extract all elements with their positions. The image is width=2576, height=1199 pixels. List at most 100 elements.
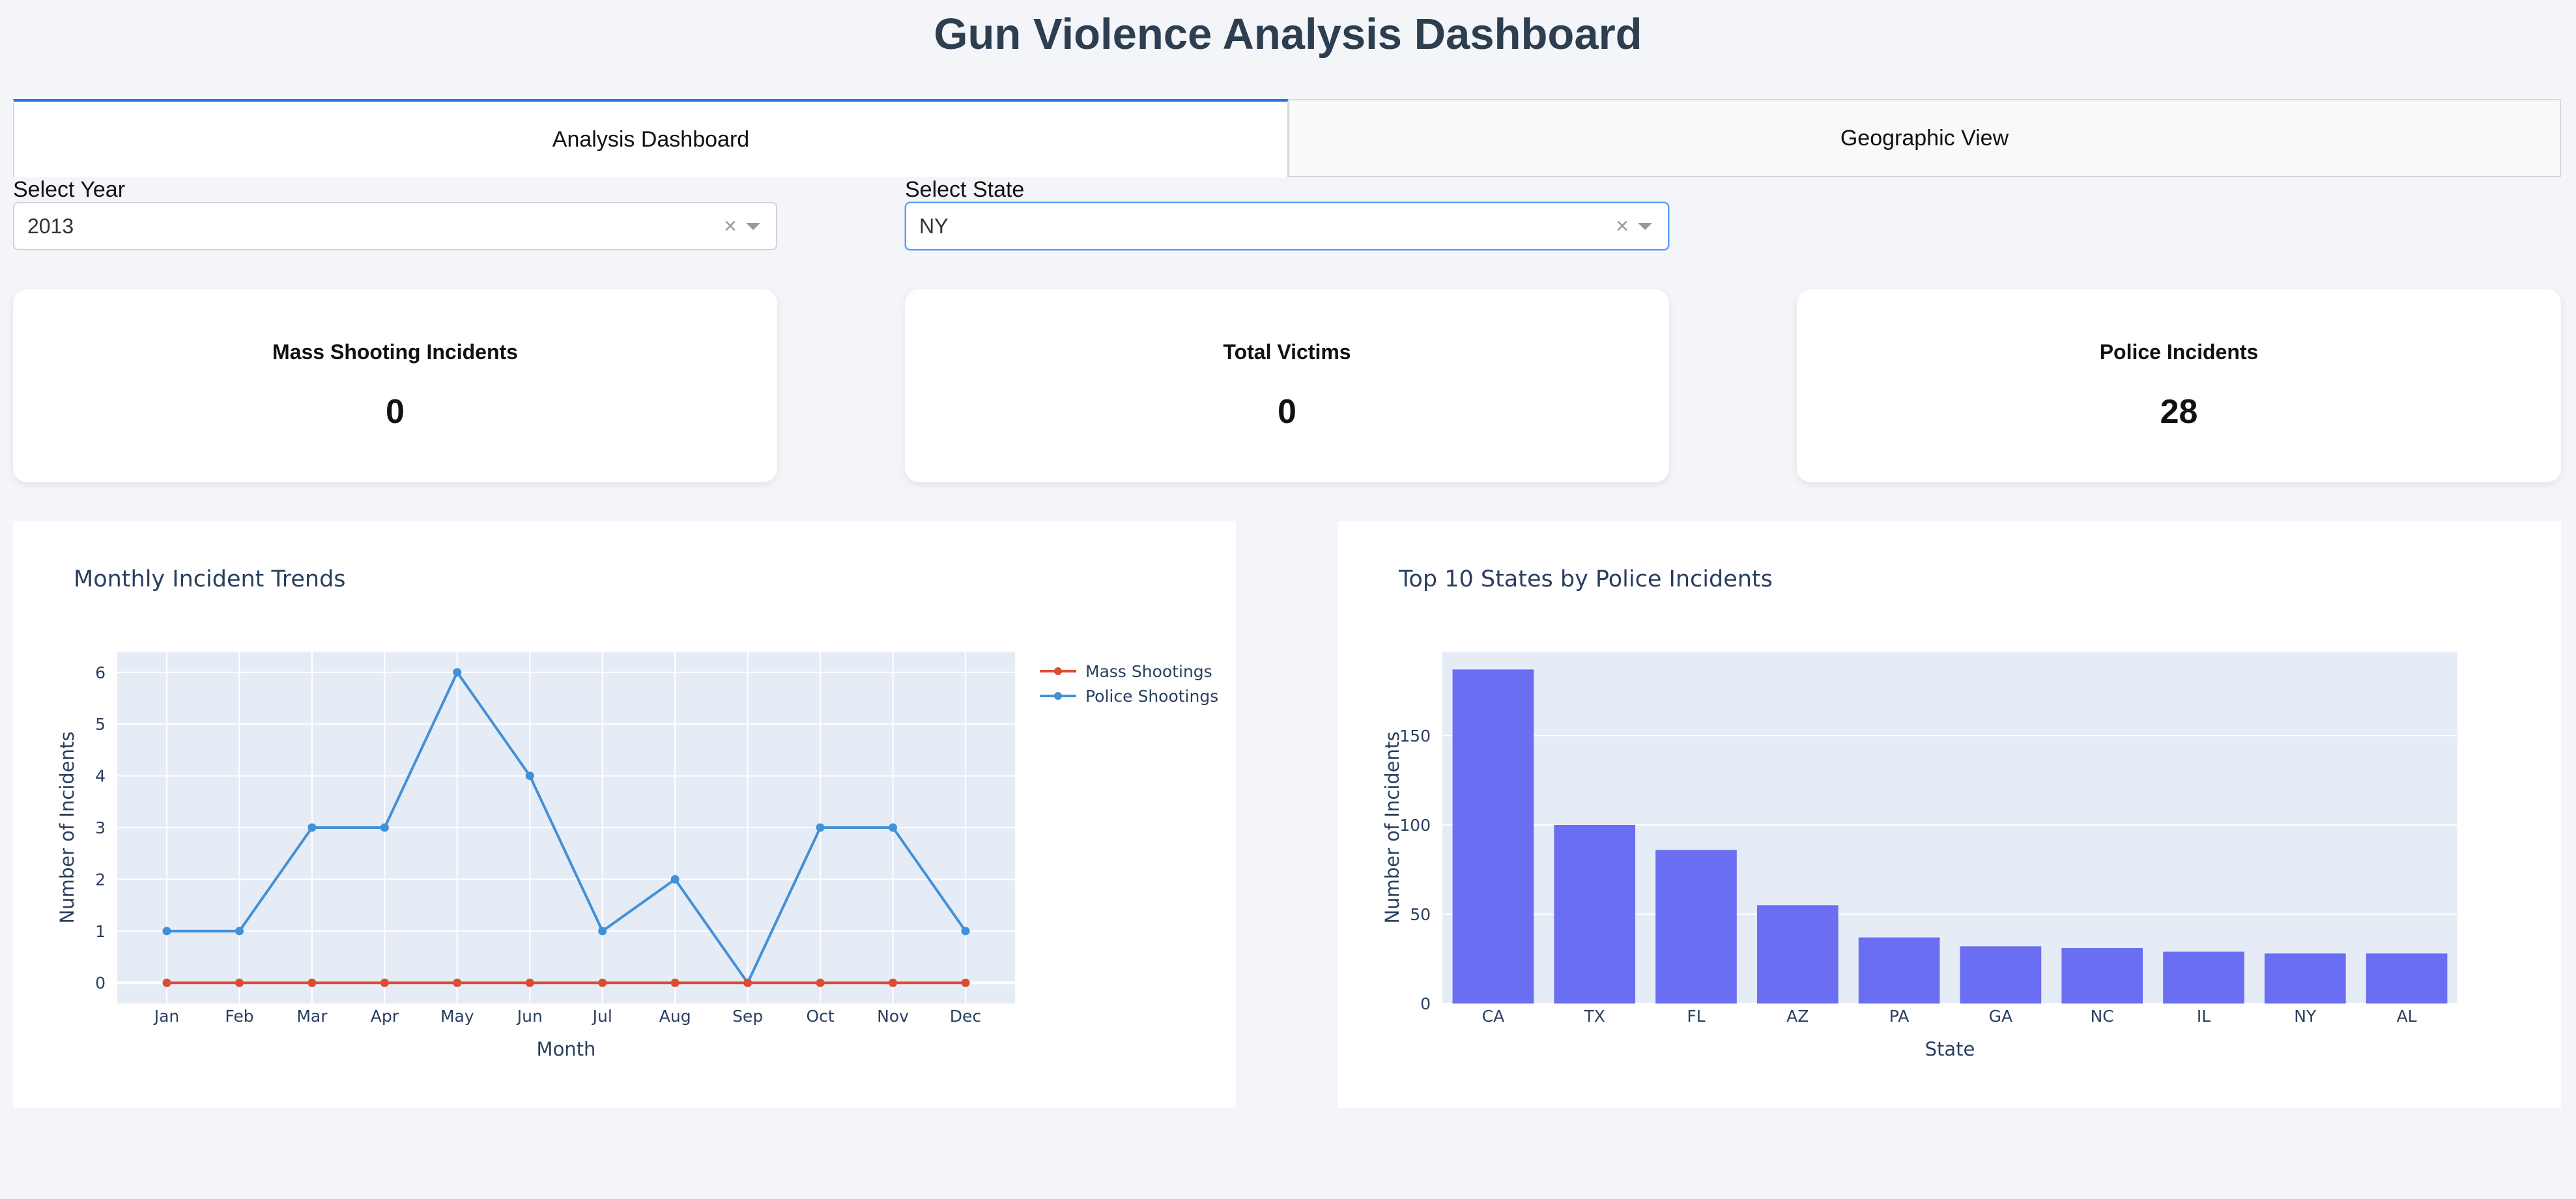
- chart-title: Monthly Incident Trends: [74, 566, 346, 592]
- card-value: 28: [2160, 393, 2198, 431]
- data-point: [235, 978, 244, 987]
- data-point: [453, 668, 462, 677]
- y-tick-label: 4: [95, 767, 106, 786]
- x-tick-label: Feb: [225, 1007, 253, 1026]
- chevron-down-icon[interactable]: [1638, 222, 1652, 230]
- data-point: [525, 772, 534, 781]
- y-tick-label: 50: [1410, 905, 1431, 924]
- x-tick-label: PA: [1889, 1007, 1910, 1026]
- card-title: Total Victims: [1223, 340, 1351, 364]
- year-select-label: Select Year: [13, 177, 126, 202]
- legend-marker: [1054, 667, 1062, 675]
- data-point: [380, 823, 389, 832]
- card-title: Mass Shooting Incidents: [272, 340, 518, 364]
- data-point: [598, 927, 607, 936]
- data-point: [308, 978, 317, 987]
- bar: [1960, 946, 2042, 1004]
- state-select[interactable]: NY ×: [905, 202, 1669, 250]
- x-tick-label: AZ: [1786, 1007, 1809, 1026]
- year-select[interactable]: 2013 ×: [13, 202, 777, 250]
- data-point: [598, 978, 607, 987]
- x-tick-label: Aug: [659, 1007, 691, 1026]
- bar: [1858, 937, 1940, 1004]
- clear-icon[interactable]: ×: [1616, 214, 1629, 239]
- legend-label: Mass Shootings: [1085, 662, 1212, 681]
- state-select-value: NY: [919, 214, 949, 238]
- y-tick-label: 2: [95, 870, 106, 889]
- x-tick-label: Dec: [950, 1007, 981, 1026]
- x-tick-label: Nov: [877, 1007, 909, 1026]
- y-tick-label: 100: [1399, 816, 1431, 835]
- bar: [1452, 669, 1534, 1004]
- bar: [1554, 824, 1636, 1004]
- bar: [1756, 905, 1839, 1004]
- data-point: [162, 927, 171, 936]
- chevron-down-icon[interactable]: [746, 222, 760, 230]
- data-point: [162, 978, 171, 987]
- x-tick-label: Jun: [516, 1007, 543, 1026]
- x-tick-label: Apr: [371, 1007, 399, 1026]
- x-axis-label: State: [1925, 1038, 1975, 1060]
- x-tick-label: NY: [2294, 1007, 2317, 1026]
- bar: [2366, 953, 2448, 1004]
- legend-marker: [1054, 692, 1062, 700]
- chart-title: Top 10 States by Police Incidents: [1398, 566, 1773, 592]
- x-tick-label: TX: [1583, 1007, 1605, 1026]
- x-axis-label: Month: [537, 1038, 596, 1060]
- bar: [2163, 951, 2244, 1004]
- x-tick-label: FL: [1687, 1007, 1705, 1026]
- year-select-value: 2013: [27, 214, 74, 238]
- y-axis-label: Number of Incidents: [1381, 732, 1403, 924]
- x-tick-label: GA: [1989, 1007, 2012, 1026]
- y-tick-label: 150: [1399, 727, 1431, 745]
- x-tick-label: NC: [2091, 1007, 2114, 1026]
- data-point: [816, 823, 825, 832]
- data-point: [308, 823, 317, 832]
- page-title: Gun Violence Analysis Dashboard: [934, 10, 1642, 59]
- clear-icon[interactable]: ×: [724, 214, 737, 239]
- data-point: [670, 978, 680, 987]
- mass-shooting-card: Mass Shooting Incidents 0: [13, 289, 777, 482]
- y-tick-label: 0: [1420, 994, 1431, 1013]
- tab-analysis-dashboard[interactable]: Analysis Dashboard: [13, 99, 1289, 177]
- y-tick-label: 3: [95, 818, 106, 837]
- x-tick-label: Jan: [153, 1007, 180, 1026]
- data-point: [961, 927, 970, 936]
- card-value: 0: [1278, 393, 1296, 431]
- data-point: [743, 978, 752, 987]
- data-point: [235, 927, 244, 936]
- y-tick-label: 5: [95, 715, 106, 734]
- data-point: [670, 874, 680, 884]
- x-tick-label: Jul: [592, 1007, 612, 1026]
- y-axis-label: Number of Incidents: [56, 732, 78, 924]
- data-point: [453, 978, 462, 987]
- data-point: [889, 823, 898, 832]
- bar: [2061, 948, 2143, 1004]
- x-tick-label: AL: [2397, 1007, 2417, 1026]
- x-tick-label: IL: [2197, 1007, 2211, 1026]
- data-point: [525, 978, 534, 987]
- top-states-chart: Top 10 States by Police Incidents 0 50 100 1…: [1381, 566, 2457, 1060]
- state-select-label: Select State: [905, 177, 1025, 202]
- legend-label: Police Shootings: [1085, 687, 1218, 706]
- monthly-trends-panel: Monthly Incident Trends Jan Feb Mar Apr May Ju…: [13, 521, 1236, 1108]
- bar: [2264, 953, 2346, 1004]
- y-tick-label: 1: [95, 922, 106, 941]
- data-point: [380, 978, 389, 987]
- bar: [1655, 850, 1737, 1004]
- card-title: Police Incidents: [2099, 340, 2259, 364]
- x-tick-label: CA: [1482, 1007, 1505, 1026]
- total-victims-card: Total Victims 0: [905, 289, 1669, 482]
- data-point: [961, 978, 970, 987]
- y-tick-label: 6: [95, 663, 106, 682]
- data-point: [816, 978, 825, 987]
- police-incidents-card: Police Incidents 28: [1797, 289, 2561, 482]
- monthly-trends-chart: Monthly Incident Trends Jan Feb Mar Apr May Ju…: [56, 566, 1218, 1060]
- x-tick-label: Mar: [296, 1007, 328, 1026]
- card-value: 0: [386, 393, 405, 431]
- tab-geographic-view[interactable]: Geographic View: [1288, 99, 2561, 177]
- x-tick-label: Oct: [806, 1007, 834, 1026]
- y-tick-label: 0: [95, 974, 106, 992]
- data-point: [889, 978, 898, 987]
- x-tick-label: Sep: [732, 1007, 763, 1026]
